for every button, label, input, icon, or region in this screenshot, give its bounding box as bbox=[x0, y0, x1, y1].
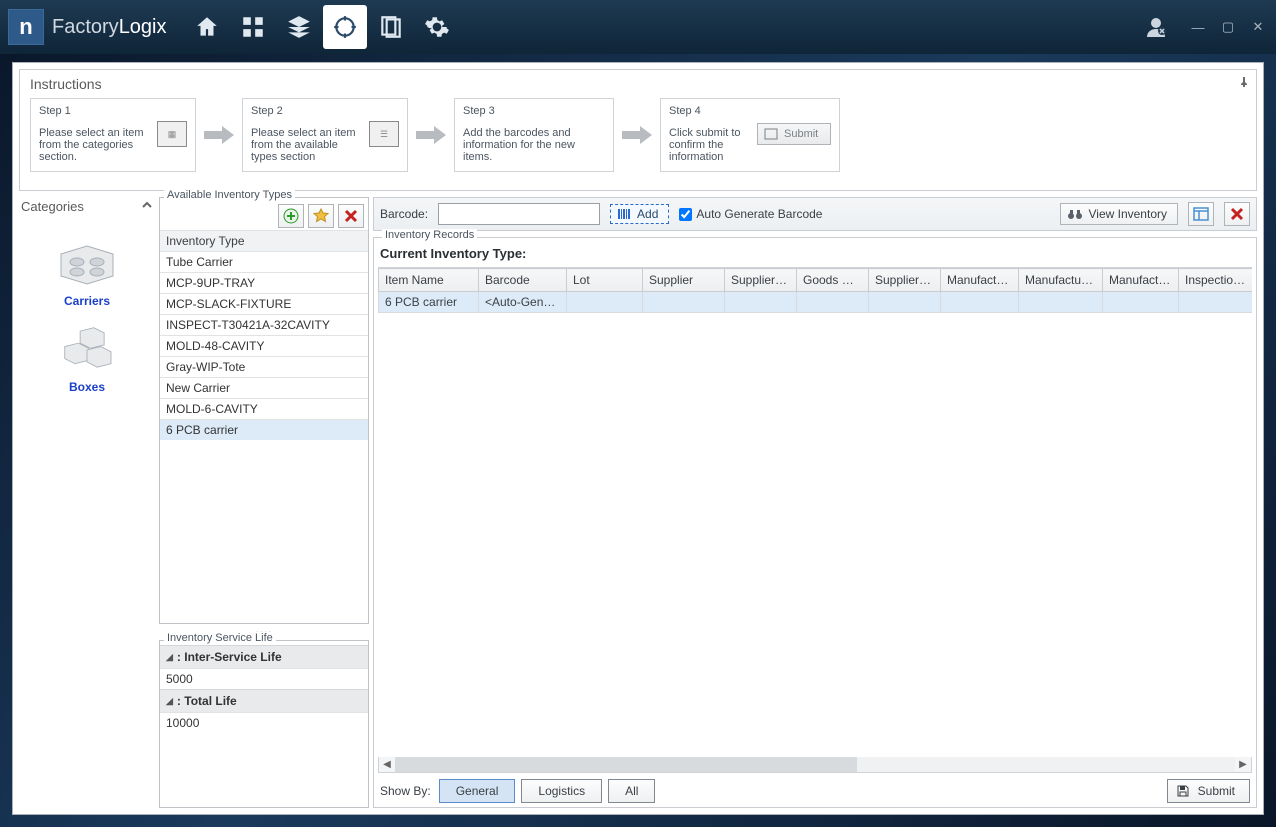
nav-stack-icon[interactable] bbox=[277, 5, 321, 49]
grid-column-header[interactable]: Barcode bbox=[479, 269, 567, 292]
boxes-icon bbox=[51, 326, 123, 374]
step-1: Step 1 Please select an item from the ca… bbox=[30, 98, 196, 172]
grid-column-header[interactable]: Goods Rec... bbox=[797, 269, 869, 292]
app-window: Instructions Step 1 Please select an ite… bbox=[12, 62, 1264, 815]
inventory-type-row[interactable]: MOLD-48-CAVITY bbox=[160, 335, 368, 356]
grid-column-header[interactable]: Lot bbox=[567, 269, 643, 292]
remove-record-button[interactable] bbox=[1224, 202, 1250, 226]
auto-generate-checkbox[interactable]: Auto Generate Barcode bbox=[679, 207, 822, 221]
inventory-type-row[interactable]: New Carrier bbox=[160, 377, 368, 398]
app-toolbar: n FactoryLogix — ▢ ✕ bbox=[0, 0, 1276, 54]
nav-docs-icon[interactable] bbox=[369, 5, 413, 49]
nav-home-icon[interactable] bbox=[185, 5, 229, 49]
nav-target-icon[interactable] bbox=[323, 5, 367, 49]
service-life-panel: Inventory Service Life ◢ : Inter-Service… bbox=[159, 640, 369, 808]
instructions-panel: Instructions Step 1 Please select an ite… bbox=[19, 69, 1257, 191]
view-inventory-button[interactable]: View Inventory bbox=[1060, 203, 1179, 225]
user-account-icon[interactable] bbox=[1138, 9, 1174, 45]
inventory-type-row[interactable]: MOLD-6-CAVITY bbox=[160, 398, 368, 419]
inventory-type-row[interactable]: Gray-WIP-Tote bbox=[160, 356, 368, 377]
horizontal-scrollbar[interactable]: ◀ ▶ bbox=[378, 757, 1252, 773]
step-2: Step 2 Please select an item from the av… bbox=[242, 98, 408, 172]
step-1-thumb-icon: ▦ bbox=[157, 121, 187, 147]
arrow-right-icon bbox=[204, 126, 234, 144]
current-inventory-type-label: Current Inventory Type: bbox=[378, 242, 1252, 267]
category-carriers[interactable]: Carriers bbox=[19, 240, 155, 308]
layout-button[interactable] bbox=[1188, 202, 1214, 226]
grid-column-header[interactable]: Supplier Jo... bbox=[869, 269, 941, 292]
types-column-header[interactable]: Inventory Type bbox=[160, 230, 368, 251]
barcode-label: Barcode: bbox=[380, 207, 428, 221]
showby-all-button[interactable]: All bbox=[608, 779, 655, 803]
app-brand: FactoryLogix bbox=[52, 16, 167, 39]
grid-column-header[interactable]: Supplier bbox=[643, 269, 725, 292]
pin-icon[interactable] bbox=[1238, 76, 1250, 91]
inventory-records-panel: Inventory Records Current Inventory Type… bbox=[373, 237, 1257, 808]
add-barcode-button[interactable]: Add bbox=[610, 204, 669, 224]
grid-column-header[interactable]: Item Name bbox=[379, 269, 479, 292]
delete-type-button[interactable] bbox=[338, 204, 364, 228]
show-by-label: Show By: bbox=[380, 784, 431, 798]
nav-grid-icon[interactable] bbox=[231, 5, 275, 49]
submit-button[interactable]: Submit bbox=[1167, 779, 1250, 803]
service-life-value: 10000 bbox=[160, 712, 368, 733]
add-type-button[interactable] bbox=[278, 204, 304, 228]
barcode-input[interactable] bbox=[438, 203, 600, 225]
scroll-left-icon[interactable]: ◀ bbox=[379, 759, 395, 770]
binoculars-icon bbox=[1067, 207, 1083, 221]
grid-column-header[interactable]: Manufactu... bbox=[1103, 269, 1179, 292]
collapse-icon[interactable] bbox=[141, 199, 153, 214]
step-2-thumb-icon: ☰ bbox=[369, 121, 399, 147]
arrow-right-icon bbox=[416, 126, 446, 144]
category-boxes[interactable]: Boxes bbox=[19, 326, 155, 394]
table-row[interactable]: 6 PCB carrier<Auto-Gener... bbox=[379, 292, 1253, 313]
grid-column-header[interactable]: Supplier Pa... bbox=[725, 269, 797, 292]
inventory-type-row[interactable]: 6 PCB carrier bbox=[160, 419, 368, 440]
inventory-type-row[interactable]: MCP-SLACK-FIXTURE bbox=[160, 293, 368, 314]
grid-column-header[interactable]: Manufacturer... bbox=[1019, 269, 1103, 292]
nav-settings-icon[interactable] bbox=[415, 5, 459, 49]
window-close-icon[interactable]: ✕ bbox=[1246, 18, 1270, 36]
grid-column-header[interactable]: Manufacturer bbox=[941, 269, 1019, 292]
categories-title: Categories bbox=[21, 199, 84, 214]
showby-logistics-button[interactable]: Logistics bbox=[521, 779, 602, 803]
window-maximize-icon[interactable]: ▢ bbox=[1216, 18, 1240, 36]
carriers-icon bbox=[51, 240, 123, 288]
service-life-group-header[interactable]: ◢ : Total Life bbox=[160, 689, 368, 712]
favorite-type-button[interactable] bbox=[308, 204, 334, 228]
instructions-title: Instructions bbox=[30, 76, 1246, 92]
records-grid: Item NameBarcodeLotSupplierSupplier Pa..… bbox=[378, 268, 1252, 313]
showby-general-button[interactable]: General bbox=[439, 779, 516, 803]
categories-panel: Categories Carriers bbox=[19, 197, 155, 808]
step-4: Step 4 Click submit to confirm the infor… bbox=[660, 98, 840, 172]
inventory-types-panel: Available Inventory Types Inventory Type… bbox=[159, 197, 369, 624]
grid-column-header[interactable]: Inspection ... bbox=[1179, 269, 1253, 292]
save-icon bbox=[1176, 784, 1190, 798]
service-life-group-header[interactable]: ◢ : Inter-Service Life bbox=[160, 645, 368, 668]
inventory-type-row[interactable]: INSPECT-T30421A-32CAVITY bbox=[160, 314, 368, 335]
step-3: Step 3 Add the barcodes and information … bbox=[454, 98, 614, 172]
inventory-type-row[interactable]: Tube Carrier bbox=[160, 251, 368, 272]
window-minimize-icon[interactable]: — bbox=[1186, 18, 1210, 36]
step-submit-button[interactable]: Submit bbox=[757, 123, 831, 145]
scroll-right-icon[interactable]: ▶ bbox=[1235, 759, 1251, 770]
barcode-add-icon bbox=[617, 208, 631, 220]
arrow-right-icon bbox=[622, 126, 652, 144]
service-life-value: 5000 bbox=[160, 668, 368, 689]
types-list: Tube CarrierMCP-9UP-TRAYMCP-SLACK-FIXTUR… bbox=[160, 251, 368, 623]
inventory-type-row[interactable]: MCP-9UP-TRAY bbox=[160, 272, 368, 293]
barcode-toolbar: Barcode: Add Auto Generate Barcode View … bbox=[373, 197, 1257, 231]
app-logo: n bbox=[8, 9, 44, 45]
